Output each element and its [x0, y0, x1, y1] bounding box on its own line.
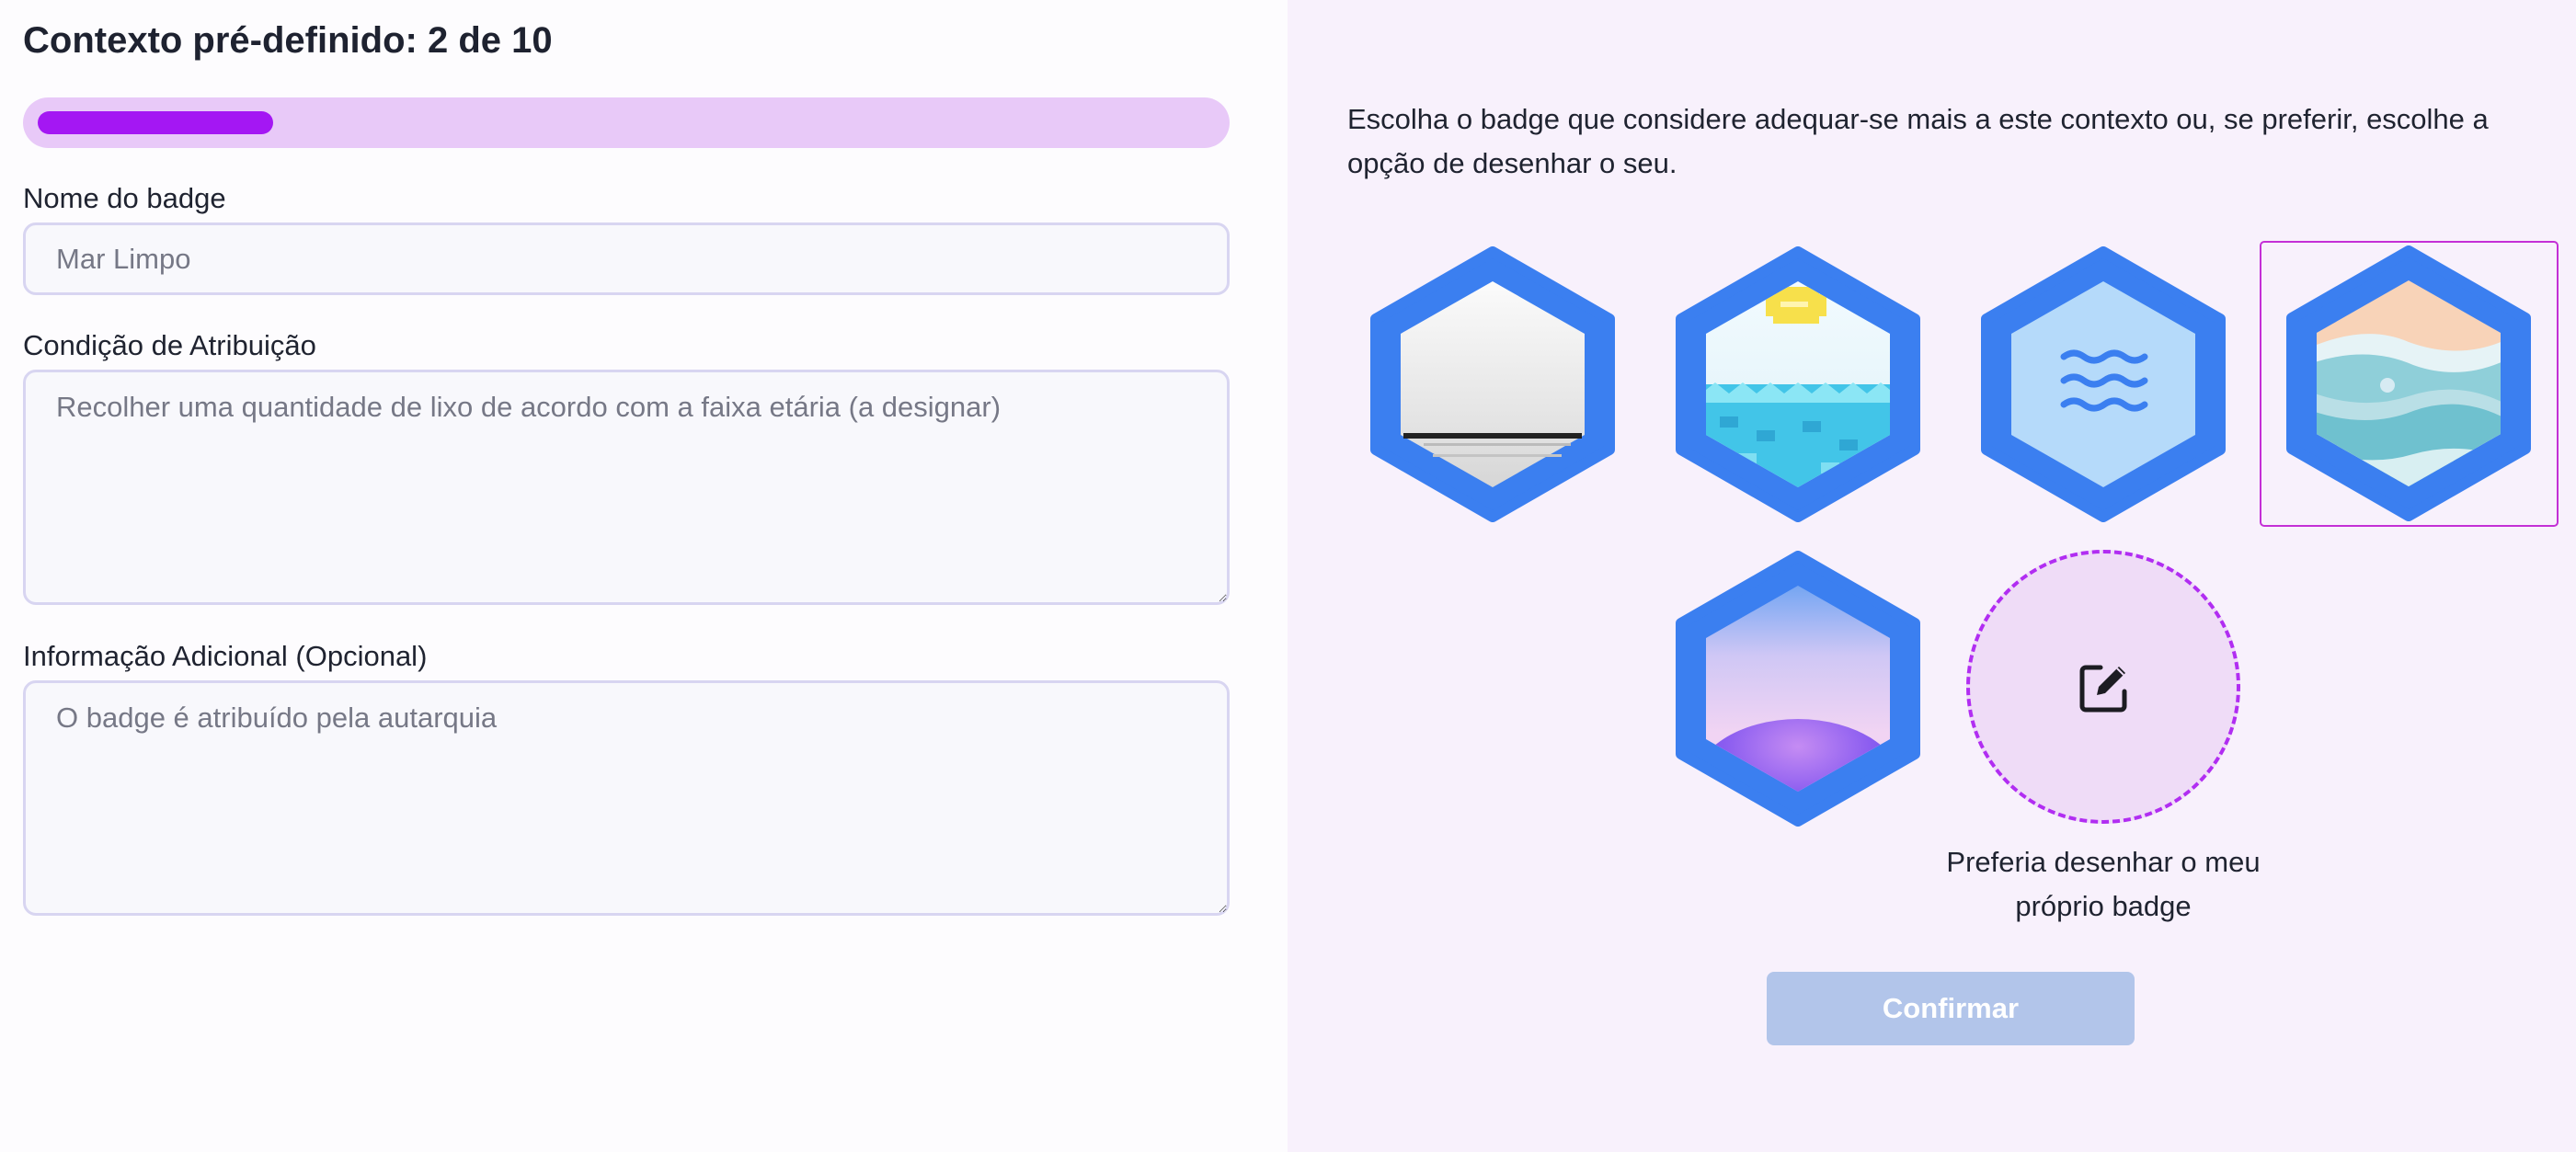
draw-own-badge-label: Preferia desenhar o meu próprio badge [1946, 846, 2261, 922]
badge-name-label: Nome do badge [23, 182, 226, 214]
pixel-sun-sea-badge-icon [1676, 246, 1920, 522]
progress-bar-fill [38, 111, 273, 134]
grey-beach-badge-icon [1370, 246, 1615, 522]
purple-horizon-badge-icon [1676, 551, 1920, 827]
badge-name-input[interactable] [23, 222, 1230, 295]
draw-own-badge-button[interactable] [1966, 550, 2240, 824]
badge-option-waves[interactable] [1979, 246, 2227, 522]
edit-icon [2079, 665, 2127, 713]
badge-option-pixel-sun-sea[interactable] [1674, 246, 1922, 522]
confirm-button[interactable]: Confirmar [1767, 972, 2135, 1045]
badge-option-purple-horizon[interactable] [1674, 551, 1922, 827]
additional-info-textarea[interactable]: O badge é atribuído pela autarquia [23, 680, 1230, 916]
attribution-condition-label: Condição de Atribuição [23, 329, 316, 361]
badge-option-pastel-waves[interactable] [2260, 241, 2559, 527]
attribution-condition-textarea[interactable]: Recolher uma quantidade de lixo de acord… [23, 370, 1230, 605]
pastel-waves-badge-icon [2286, 245, 2531, 521]
additional-info-label: Informação Adicional (Opcional) [23, 640, 428, 672]
page-title: Contexto pré-definido: 2 de 10 [23, 20, 553, 61]
picker-instructions: Escolha o badge que considere adequar-se… [1347, 103, 2489, 179]
progress-bar [23, 97, 1230, 148]
form-panel: Contexto pré-definido: 2 de 10 Nome do b… [0, 0, 1288, 1152]
waves-badge-icon [1981, 246, 2226, 522]
badge-option-grey-beach[interactable] [1368, 246, 1617, 522]
